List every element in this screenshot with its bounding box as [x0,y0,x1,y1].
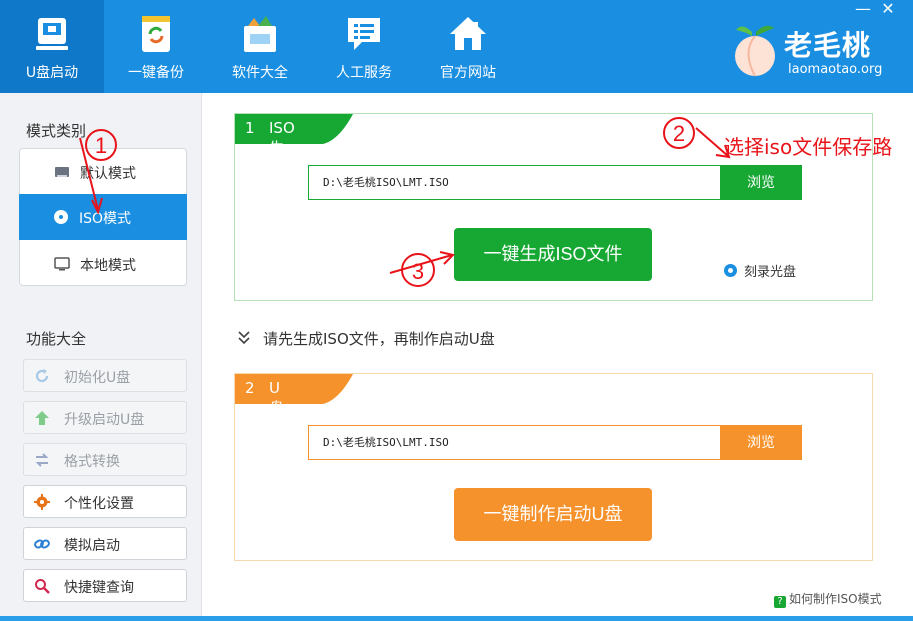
function-label: 初始化U盘 [64,370,131,386]
mode-local[interactable]: 本地模式 [20,241,186,287]
annotation-note: 选择iso文件保存路 [724,135,893,159]
generate-iso-button[interactable]: 一键生成ISO文件 [454,228,652,281]
mode-default[interactable]: 默认模式 [20,149,186,195]
nav-usb-boot[interactable]: U盘启动 [0,0,104,93]
search-icon [35,579,50,594]
burn-radio[interactable] [724,264,737,277]
init-usb-button[interactable]: 初始化U盘 [23,359,187,392]
sidebar: 模式类别 默认模式 ISO模式 本地模式 功能大全 初始化U盘 升级启动U盘 格… [0,93,202,621]
nav-label: U盘启动 [25,65,79,81]
close-button[interactable]: ✕ [876,0,900,20]
up-arrow-icon [35,411,49,425]
window-bottom-edge [0,616,913,621]
panel-number: 1 [245,119,255,137]
brand-logo: 老毛桃 laomaotao.org [732,18,902,82]
burn-label: 刻录光盘 [744,265,797,280]
monitor-icon [54,257,70,271]
usb-browse-button[interactable]: 浏览 [720,425,802,460]
chat-service-icon [348,18,380,50]
usb-iso-path-input[interactable]: D:\老毛桃ISO\LMT.ISO [308,425,720,460]
panel-number: 2 [245,379,255,397]
link-icon [34,539,50,549]
mode-label: 默认模式 [80,166,136,182]
peach-logo-icon [735,25,775,77]
upgrade-usb-button[interactable]: 升级启动U盘 [23,401,187,434]
panel-title: U盘制作 [269,379,285,459]
help-link[interactable]: ? 如何制作ISO模式 [774,590,882,608]
mode-section-title: 模式类别 [26,122,87,140]
nav-website[interactable]: 官方网站 [416,0,520,93]
cd-icon [54,210,68,224]
make-usb-button[interactable]: 一键制作启动U盘 [454,488,652,541]
home-icon [450,17,486,50]
hint-text: 请先生成ISO文件，再制作启动U盘 [263,330,495,348]
gear-icon [34,494,50,510]
swap-icon [35,453,49,467]
nav-label: 软件大全 [232,65,288,81]
mode-list: 默认模式 ISO模式 本地模式 [19,148,187,286]
mode-iso[interactable]: ISO模式 [19,194,187,240]
backup-icon [142,16,170,52]
refresh-icon [35,369,49,383]
simulate-boot-button[interactable]: 模拟启动 [23,527,187,560]
iso-browse-button[interactable]: 浏览 [720,165,802,200]
minimize-button[interactable]: — [851,0,875,20]
function-section-title: 功能大全 [26,330,87,348]
usb-make-panel: 2 U盘制作 D:\老毛桃ISO\LMT.ISO 浏览 一键制作启动U盘 [234,373,873,561]
format-convert-button[interactable]: 格式转换 [23,443,187,476]
iso-path-input[interactable]: D:\老毛桃ISO\LMT.ISO [308,165,720,200]
double-chevron-down-icon [238,331,250,345]
brand-name: 老毛桃 [784,29,872,62]
help-link-text: 如何制作ISO模式 [789,592,882,606]
software-icon [244,16,276,52]
step-hint: 请先生成ISO文件，再制作启动U盘 [236,326,636,350]
personalize-button[interactable]: 个性化设置 [23,485,187,518]
nav-software[interactable]: 软件大全 [208,0,312,93]
disk-icon [55,167,69,177]
nav-backup[interactable]: 一键备份 [104,0,208,93]
nav-label: 人工服务 [336,65,392,81]
function-label: 快捷键查询 [64,580,134,596]
mode-label: ISO模式 [79,211,132,227]
function-label: 格式转换 [64,454,120,470]
hotkey-lookup-button[interactable]: 快捷键查询 [23,569,187,602]
function-label: 个性化设置 [64,496,134,512]
question-icon: ? [774,596,786,608]
function-label: 模拟启动 [64,538,120,554]
top-nav-bar: U盘启动 一键备份 软件大全 人工服务 官方网站 — ✕ 老毛桃 laomaot… [0,0,913,93]
nav-label: 官方网站 [440,65,496,81]
brand-domain: laomaotao.org [788,62,883,77]
mode-label: 本地模式 [80,258,136,274]
nav-service[interactable]: 人工服务 [312,0,416,93]
nav-label: 一键备份 [128,65,184,81]
panel-title: ISO生成 [269,119,295,178]
function-label: 升级启动U盘 [64,412,145,428]
usb-boot-icon [36,18,68,50]
